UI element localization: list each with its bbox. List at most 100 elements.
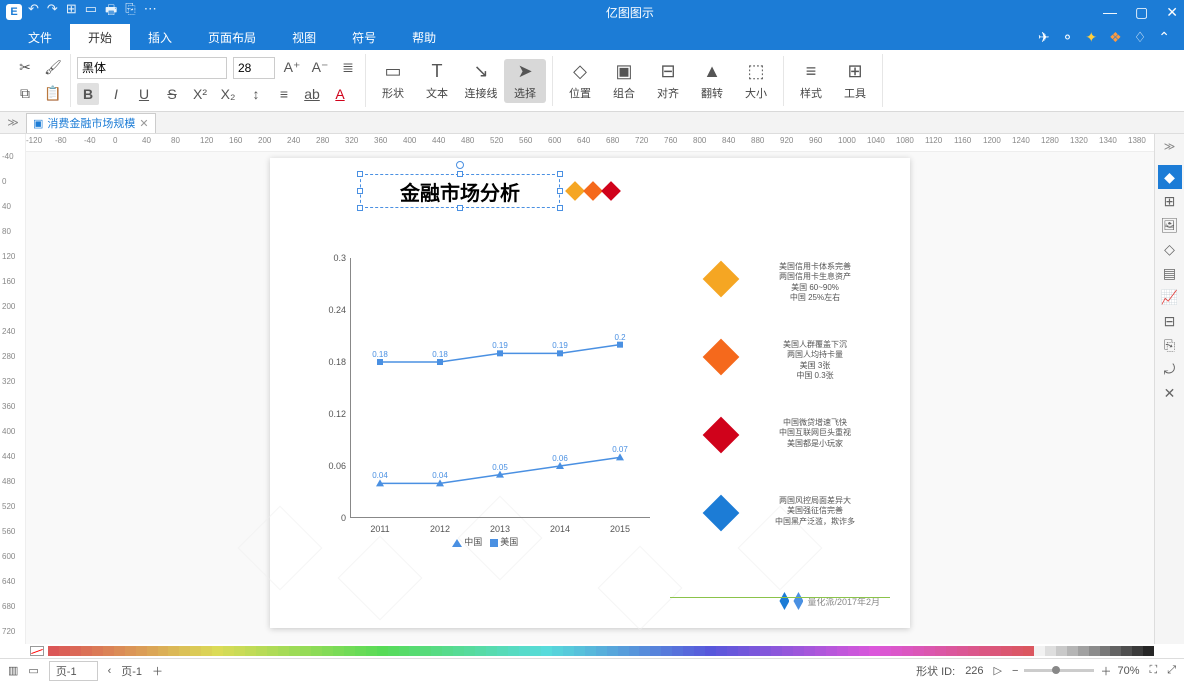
collapse-panel-icon[interactable]: ≫ [1164,140,1176,153]
minimize-button[interactable]: — [1103,4,1117,21]
color-swatch[interactable] [672,646,683,656]
color-swatch[interactable] [1045,646,1056,656]
color-swatch[interactable] [256,646,267,656]
font-name-select[interactable] [77,57,227,79]
color-swatch[interactable] [1034,646,1045,656]
font-increase-button[interactable]: A⁺ [281,57,303,79]
color-swatch[interactable] [508,646,519,656]
flip-tool-button[interactable]: ▲翻转 [691,59,733,103]
color-swatch[interactable] [826,646,837,656]
color-swatch[interactable] [629,646,640,656]
collapse-ribbon-icon[interactable]: ⌃ [1158,29,1170,46]
color-swatch[interactable] [81,646,92,656]
fit-page-icon[interactable]: ⛶ [1149,664,1157,677]
color-swatch[interactable] [618,646,629,656]
color-swatch[interactable] [913,646,924,656]
zoom-slider[interactable] [1024,669,1094,672]
color-swatch[interactable] [1023,646,1034,656]
sidepanel-item-2[interactable]: 🖼 [1158,213,1182,237]
underline-button[interactable]: U [133,83,155,105]
resize-handle-ne[interactable] [557,171,563,177]
color-swatch[interactable] [212,646,223,656]
color-swatch[interactable] [1012,646,1023,656]
color-swatch[interactable] [924,646,935,656]
color-swatch[interactable] [1132,646,1143,656]
share-icon[interactable]: ✈ [1038,29,1050,46]
color-swatch[interactable] [125,646,136,656]
color-swatch[interactable] [738,646,749,656]
highlight-button[interactable]: ab [301,83,323,105]
premium-icon[interactable]: ✦ [1085,29,1097,46]
color-swatch[interactable] [179,646,190,656]
page[interactable]: 金融市场分析 00.060.120.180.240.32011201220132… [270,158,910,628]
group-tool-button[interactable]: ▣组合 [603,59,645,103]
color-swatch[interactable] [837,646,848,656]
color-swatch[interactable] [388,646,399,656]
cut-button[interactable]: ✂ [14,57,36,79]
align-button[interactable]: ≣ [337,57,359,79]
play-icon[interactable]: ▷ [994,664,1002,677]
sidepanel-item-4[interactable]: ▤ [1158,261,1182,285]
color-swatch[interactable] [420,646,431,656]
color-swatch[interactable] [399,646,410,656]
color-swatch[interactable] [935,646,946,656]
text-tool-button[interactable]: T文本 [416,59,458,103]
color-swatch[interactable] [1001,646,1012,656]
format-painter-button[interactable]: 🖌 [42,57,64,79]
color-swatch[interactable] [541,646,552,656]
color-swatch[interactable] [366,646,377,656]
color-swatch[interactable] [114,646,125,656]
color-swatch[interactable] [519,646,530,656]
sidepanel-item-7[interactable]: ⎘ [1158,333,1182,357]
resize-handle-w[interactable] [357,188,363,194]
color-swatch[interactable] [486,646,497,656]
superscript-button[interactable]: X² [189,83,211,105]
color-swatch[interactable] [344,646,355,656]
color-swatch[interactable] [727,646,738,656]
color-swatch[interactable] [1067,646,1078,656]
list-button[interactable]: ≡ [273,83,295,105]
tab-view[interactable]: 视图 [274,24,334,50]
color-swatch[interactable] [234,646,245,656]
color-swatch[interactable] [869,646,880,656]
resize-handle-nw[interactable] [357,171,363,177]
color-swatch[interactable] [1121,646,1132,656]
color-swatch[interactable] [848,646,859,656]
color-swatch[interactable] [639,646,650,656]
prev-page-button[interactable]: ‹ [108,665,112,677]
maximize-button[interactable]: ▢ [1135,4,1148,21]
color-swatch[interactable] [661,646,672,656]
tab-layout[interactable]: 页面布局 [190,24,274,50]
sidepanel-item-0[interactable]: ◆ [1158,165,1182,189]
color-swatch[interactable] [136,646,147,656]
tab-help[interactable]: 帮助 [394,24,454,50]
color-swatch[interactable] [464,646,475,656]
color-swatch[interactable] [147,646,158,656]
color-swatch[interactable] [859,646,870,656]
new-button[interactable]: ⊞ [66,1,77,23]
link-icon[interactable]: ⚬ [1062,29,1074,46]
color-swatch[interactable] [59,646,70,656]
color-swatch[interactable] [716,646,727,656]
color-swatch[interactable] [278,646,289,656]
color-swatch[interactable] [891,646,902,656]
color-swatch[interactable] [782,646,793,656]
color-swatch[interactable] [705,646,716,656]
color-swatch[interactable] [607,646,618,656]
font-color-button[interactable]: A [329,83,351,105]
color-swatch[interactable] [431,646,442,656]
color-swatch[interactable] [585,646,596,656]
color-swatch[interactable] [442,646,453,656]
color-swatch[interactable] [48,646,59,656]
subscript-button[interactable]: X₂ [217,83,239,105]
color-swatch[interactable] [475,646,486,656]
color-palette-bar[interactable] [0,644,1184,658]
color-swatch[interactable] [223,646,234,656]
color-swatch[interactable] [530,646,541,656]
zoom-in-button[interactable]: ＋ [1100,663,1111,679]
no-color-swatch[interactable] [30,646,44,656]
position-tool-button[interactable]: ◇位置 [559,59,601,103]
font-decrease-button[interactable]: A⁻ [309,57,331,79]
resize-handle-se[interactable] [557,205,563,211]
color-swatch[interactable] [70,646,81,656]
